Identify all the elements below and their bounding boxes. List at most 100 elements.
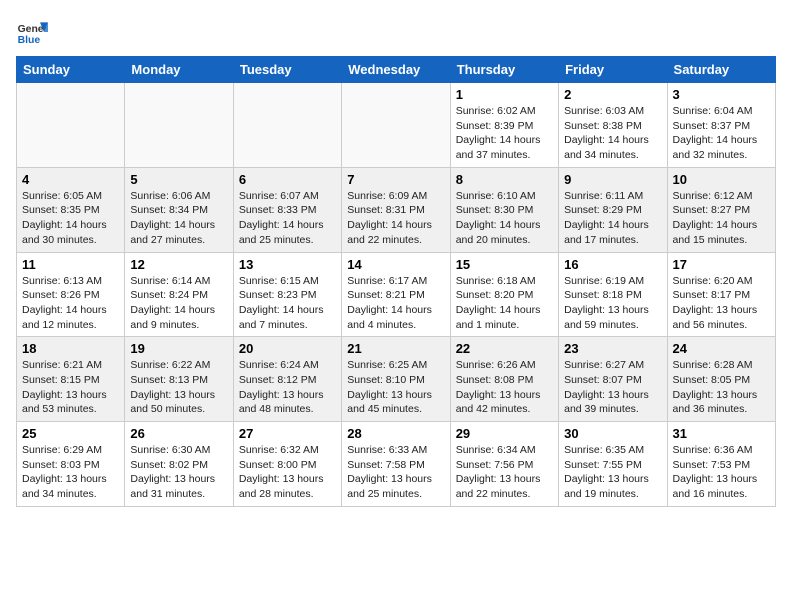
svg-text:Blue: Blue <box>18 35 41 46</box>
day-info: Sunrise: 6:13 AM Sunset: 8:26 PM Dayligh… <box>22 274 119 333</box>
day-cell-14: 14 Sunrise: 6:17 AM Sunset: 8:21 PM Dayli… <box>342 252 450 337</box>
day-number: 16 <box>564 257 661 272</box>
day-cell-8: 8 Sunrise: 6:10 AM Sunset: 8:30 PM Daylig… <box>450 167 558 252</box>
day-cell-12: 12 Sunrise: 6:14 AM Sunset: 8:24 PM Dayli… <box>125 252 233 337</box>
day-number: 8 <box>456 172 553 187</box>
day-number: 24 <box>673 341 770 356</box>
day-cell-16: 16 Sunrise: 6:19 AM Sunset: 8:18 PM Dayli… <box>559 252 667 337</box>
day-cell-23: 23 Sunrise: 6:27 AM Sunset: 8:07 PM Dayli… <box>559 337 667 422</box>
day-number: 25 <box>22 426 119 441</box>
day-info: Sunrise: 6:19 AM Sunset: 8:18 PM Dayligh… <box>564 274 661 333</box>
day-cell-30: 30 Sunrise: 6:35 AM Sunset: 7:55 PM Dayli… <box>559 422 667 507</box>
day-number: 11 <box>22 257 119 272</box>
day-cell-26: 26 Sunrise: 6:30 AM Sunset: 8:02 PM Dayli… <box>125 422 233 507</box>
day-number: 27 <box>239 426 336 441</box>
day-cell-3: 3 Sunrise: 6:04 AM Sunset: 8:37 PM Daylig… <box>667 83 775 168</box>
day-info: Sunrise: 6:14 AM Sunset: 8:24 PM Dayligh… <box>130 274 227 333</box>
weekday-header-row: SundayMondayTuesdayWednesdayThursdayFrid… <box>17 57 776 83</box>
day-info: Sunrise: 6:25 AM Sunset: 8:10 PM Dayligh… <box>347 358 444 417</box>
day-cell-9: 9 Sunrise: 6:11 AM Sunset: 8:29 PM Daylig… <box>559 167 667 252</box>
day-info: Sunrise: 6:12 AM Sunset: 8:27 PM Dayligh… <box>673 189 770 248</box>
week-row-1: 1 Sunrise: 6:02 AM Sunset: 8:39 PM Daylig… <box>17 83 776 168</box>
week-row-2: 4Sunrise: 6:05 AM Sunset: 8:35 PM Daylig… <box>17 167 776 252</box>
day-number: 7 <box>347 172 444 187</box>
day-number: 1 <box>456 87 553 102</box>
day-number: 18 <box>22 341 119 356</box>
day-number: 3 <box>673 87 770 102</box>
logo: General Blue <box>16 16 48 48</box>
day-cell-11: 11 Sunrise: 6:13 AM Sunset: 8:26 PM Dayli… <box>17 252 125 337</box>
day-number: 14 <box>347 257 444 272</box>
day-cell-7: 7 Sunrise: 6:09 AM Sunset: 8:31 PM Daylig… <box>342 167 450 252</box>
day-info: Sunrise: 6:29 AM Sunset: 8:03 PM Dayligh… <box>22 443 119 502</box>
day-number: 12 <box>130 257 227 272</box>
day-number: 17 <box>673 257 770 272</box>
day-cell-2: 2Sunrise: 6:03 AM Sunset: 8:38 PM Daylig… <box>559 83 667 168</box>
day-info: Sunrise: 6:05 AM Sunset: 8:35 PM Dayligh… <box>22 189 119 248</box>
day-number: 20 <box>239 341 336 356</box>
day-number: 9 <box>564 172 661 187</box>
week-row-4: 18 Sunrise: 6:21 AM Sunset: 8:15 PM Dayli… <box>17 337 776 422</box>
day-number: 6 <box>239 172 336 187</box>
day-cell-10: 10Sunrise: 6:12 AM Sunset: 8:27 PM Dayli… <box>667 167 775 252</box>
empty-cell <box>342 83 450 168</box>
day-info: Sunrise: 6:17 AM Sunset: 8:21 PM Dayligh… <box>347 274 444 333</box>
page-header: General Blue <box>16 16 776 48</box>
empty-cell <box>125 83 233 168</box>
day-cell-15: 15 Sunrise: 6:18 AM Sunset: 8:20 PM Dayli… <box>450 252 558 337</box>
day-info: Sunrise: 6:09 AM Sunset: 8:31 PM Dayligh… <box>347 189 444 248</box>
day-info: Sunrise: 6:27 AM Sunset: 8:07 PM Dayligh… <box>564 358 661 417</box>
empty-cell <box>17 83 125 168</box>
day-cell-6: 6 Sunrise: 6:07 AM Sunset: 8:33 PM Daylig… <box>233 167 341 252</box>
day-info: Sunrise: 6:10 AM Sunset: 8:30 PM Dayligh… <box>456 189 553 248</box>
day-cell-25: 25 Sunrise: 6:29 AM Sunset: 8:03 PM Dayli… <box>17 422 125 507</box>
day-cell-17: 17 Sunrise: 6:20 AM Sunset: 8:17 PM Dayli… <box>667 252 775 337</box>
day-info: Sunrise: 6:34 AM Sunset: 7:56 PM Dayligh… <box>456 443 553 502</box>
day-info: Sunrise: 6:06 AM Sunset: 8:34 PM Dayligh… <box>130 189 227 248</box>
day-cell-31: 31 Sunrise: 6:36 AM Sunset: 7:53 PM Dayli… <box>667 422 775 507</box>
day-info: Sunrise: 6:33 AM Sunset: 7:58 PM Dayligh… <box>347 443 444 502</box>
day-cell-28: 28 Sunrise: 6:33 AM Sunset: 7:58 PM Dayli… <box>342 422 450 507</box>
day-cell-22: 22Sunrise: 6:26 AM Sunset: 8:08 PM Dayli… <box>450 337 558 422</box>
day-number: 28 <box>347 426 444 441</box>
day-info: Sunrise: 6:36 AM Sunset: 7:53 PM Dayligh… <box>673 443 770 502</box>
day-info: Sunrise: 6:28 AM Sunset: 8:05 PM Dayligh… <box>673 358 770 417</box>
weekday-header-monday: Monday <box>125 57 233 83</box>
day-cell-5: 5 Sunrise: 6:06 AM Sunset: 8:34 PM Daylig… <box>125 167 233 252</box>
day-info: Sunrise: 6:32 AM Sunset: 8:00 PM Dayligh… <box>239 443 336 502</box>
weekday-header-tuesday: Tuesday <box>233 57 341 83</box>
day-info: Sunrise: 6:02 AM Sunset: 8:39 PM Dayligh… <box>456 104 553 163</box>
day-info: Sunrise: 6:11 AM Sunset: 8:29 PM Dayligh… <box>564 189 661 248</box>
day-cell-21: 21 Sunrise: 6:25 AM Sunset: 8:10 PM Dayli… <box>342 337 450 422</box>
day-number: 5 <box>130 172 227 187</box>
day-info: Sunrise: 6:35 AM Sunset: 7:55 PM Dayligh… <box>564 443 661 502</box>
day-number: 15 <box>456 257 553 272</box>
day-cell-4: 4Sunrise: 6:05 AM Sunset: 8:35 PM Daylig… <box>17 167 125 252</box>
day-number: 19 <box>130 341 227 356</box>
day-info: Sunrise: 6:24 AM Sunset: 8:12 PM Dayligh… <box>239 358 336 417</box>
day-info: Sunrise: 6:03 AM Sunset: 8:38 PM Dayligh… <box>564 104 661 163</box>
day-info: Sunrise: 6:07 AM Sunset: 8:33 PM Dayligh… <box>239 189 336 248</box>
day-info: Sunrise: 6:04 AM Sunset: 8:37 PM Dayligh… <box>673 104 770 163</box>
day-info: Sunrise: 6:21 AM Sunset: 8:15 PM Dayligh… <box>22 358 119 417</box>
week-row-5: 25 Sunrise: 6:29 AM Sunset: 8:03 PM Dayli… <box>17 422 776 507</box>
day-info: Sunrise: 6:30 AM Sunset: 8:02 PM Dayligh… <box>130 443 227 502</box>
day-number: 30 <box>564 426 661 441</box>
week-row-3: 11 Sunrise: 6:13 AM Sunset: 8:26 PM Dayli… <box>17 252 776 337</box>
day-cell-29: 29Sunrise: 6:34 AM Sunset: 7:56 PM Dayli… <box>450 422 558 507</box>
day-info: Sunrise: 6:15 AM Sunset: 8:23 PM Dayligh… <box>239 274 336 333</box>
day-cell-24: 24 Sunrise: 6:28 AM Sunset: 8:05 PM Dayli… <box>667 337 775 422</box>
day-info: Sunrise: 6:22 AM Sunset: 8:13 PM Dayligh… <box>130 358 227 417</box>
day-info: Sunrise: 6:18 AM Sunset: 8:20 PM Dayligh… <box>456 274 553 333</box>
day-info: Sunrise: 6:20 AM Sunset: 8:17 PM Dayligh… <box>673 274 770 333</box>
day-number: 26 <box>130 426 227 441</box>
weekday-header-saturday: Saturday <box>667 57 775 83</box>
day-number: 13 <box>239 257 336 272</box>
weekday-header-sunday: Sunday <box>17 57 125 83</box>
day-cell-13: 13 Sunrise: 6:15 AM Sunset: 8:23 PM Dayli… <box>233 252 341 337</box>
day-cell-1: 1 Sunrise: 6:02 AM Sunset: 8:39 PM Daylig… <box>450 83 558 168</box>
day-number: 23 <box>564 341 661 356</box>
day-number: 21 <box>347 341 444 356</box>
empty-cell <box>233 83 341 168</box>
day-number: 31 <box>673 426 770 441</box>
